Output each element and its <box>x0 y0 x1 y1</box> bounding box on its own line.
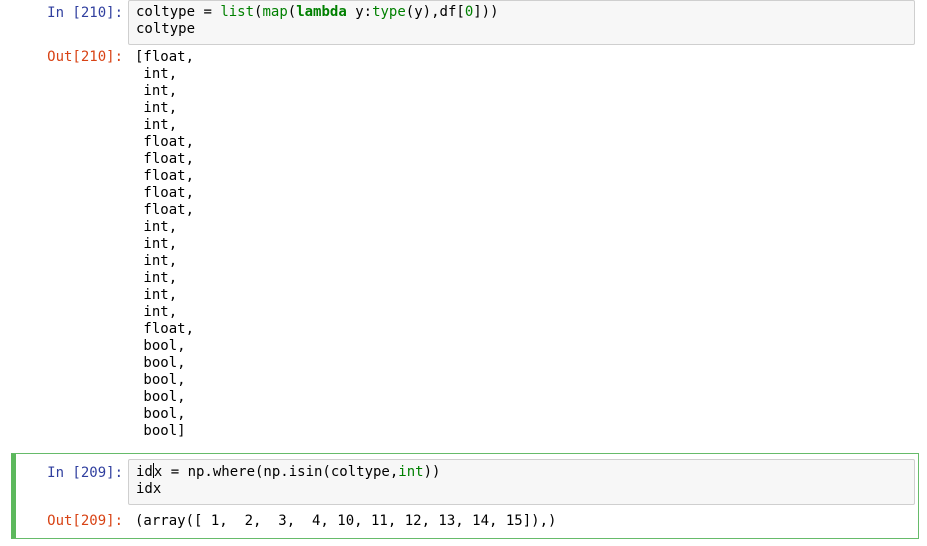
output-line: int, <box>135 287 178 303</box>
output-line: float, <box>135 202 195 218</box>
output-line: [float, <box>135 49 195 65</box>
output-line: int, <box>135 117 178 133</box>
output-line: bool, <box>135 338 186 354</box>
cell-output: [float, int, int, int, int, float, float… <box>135 49 194 440</box>
cell-output: (array([ 1, 2, 3, 4, 10, 11, 12, 13, 14,… <box>135 513 557 529</box>
output-prompt: Out[210]: <box>47 49 123 65</box>
output-line: float, <box>135 134 195 150</box>
output-line: bool, <box>135 372 186 388</box>
output-line: float, <box>135 321 195 337</box>
output-line: bool, <box>135 355 186 371</box>
code-text[interactable]: idx = np.where(np.isin(coltype,int)) idx <box>136 463 440 498</box>
code-cell-210[interactable]: In [210]: coltype = list(map(lambda y:ty… <box>0 0 927 445</box>
output-line: int, <box>135 100 178 116</box>
output-line: int, <box>135 236 178 252</box>
input-prompt: In [209]: <box>47 465 123 481</box>
output-line: int, <box>135 83 178 99</box>
output-line: int, <box>135 253 178 269</box>
output-line: int, <box>135 270 178 286</box>
code-input-area[interactable]: coltype = list(map(lambda y:type(y),df[0… <box>128 0 915 45</box>
output-line: int, <box>135 219 178 235</box>
input-prompt: In [210]: <box>47 5 123 21</box>
code-text[interactable]: coltype = list(map(lambda y:type(y),df[0… <box>136 4 499 38</box>
output-line: int, <box>135 66 178 82</box>
output-prompt: Out[209]: <box>47 513 123 529</box>
output-line: bool, <box>135 406 186 422</box>
output-line: float, <box>135 168 195 184</box>
output-line: bool, <box>135 389 186 405</box>
code-cell-209-selected[interactable]: In [209]: idx = np.where(np.isin(coltype… <box>11 453 919 539</box>
output-line: float, <box>135 151 195 167</box>
output-line: float, <box>135 185 195 201</box>
output-line: bool] <box>135 423 186 439</box>
output-line: int, <box>135 304 178 320</box>
code-input-area[interactable]: idx = np.where(np.isin(coltype,int)) idx <box>128 459 915 505</box>
